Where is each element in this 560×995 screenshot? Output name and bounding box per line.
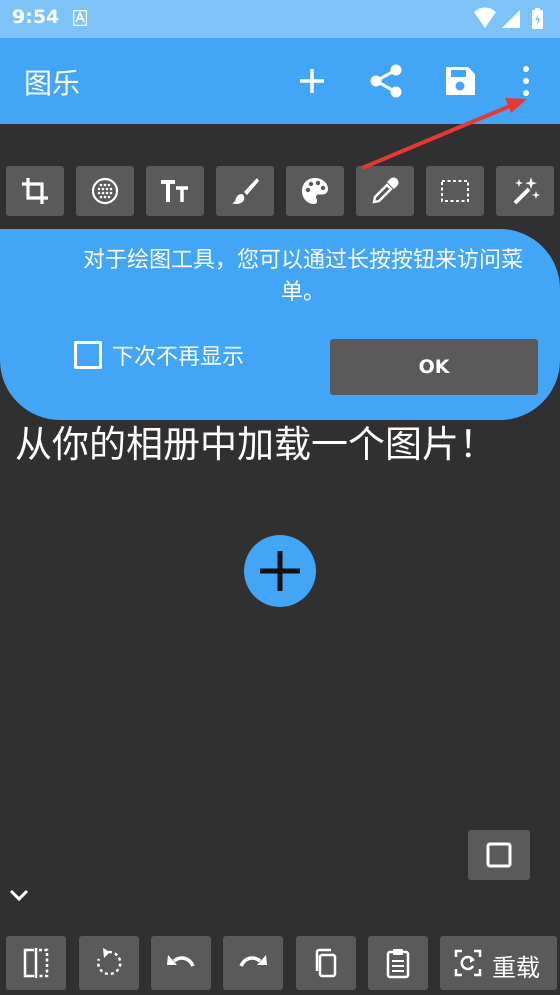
fullscreen-button[interactable] xyxy=(468,830,530,880)
eyedropper-icon xyxy=(372,177,399,204)
notification-a-icon xyxy=(73,10,87,26)
rotate-icon xyxy=(97,948,122,976)
reload-button[interactable]: 重载 xyxy=(440,936,557,990)
color-picker-tool-button[interactable] xyxy=(356,166,414,216)
brush-tool-button[interactable] xyxy=(216,166,274,216)
drawing-toolbar xyxy=(6,166,554,216)
app-title: 图乐 xyxy=(24,67,81,100)
paste-button[interactable] xyxy=(368,936,428,990)
add-image-button[interactable] xyxy=(244,535,316,607)
mosaic-tool-button[interactable] xyxy=(76,166,134,216)
redo-button[interactable] xyxy=(223,936,283,990)
crop-icon xyxy=(22,178,48,204)
status-icons xyxy=(472,6,552,32)
add-button[interactable] xyxy=(290,59,334,103)
flip-icon xyxy=(23,948,49,978)
share-button[interactable] xyxy=(364,59,408,103)
copy-button[interactable] xyxy=(296,936,356,990)
status-bar: 9:54 xyxy=(0,0,560,38)
dashed-rectangle-icon xyxy=(441,180,469,202)
rotate-button[interactable] xyxy=(79,936,139,990)
copy-icon xyxy=(315,948,337,978)
selection-tool-button[interactable] xyxy=(426,166,484,216)
save-button[interactable] xyxy=(438,59,482,103)
redo-icon xyxy=(239,955,267,967)
chevron-down-icon[interactable] xyxy=(6,882,32,908)
dont-show-again-checkbox[interactable] xyxy=(74,341,102,369)
grid-circle-icon xyxy=(91,177,119,205)
tip-message: 对于绘图工具，您可以通过长按按钮来访问菜单。 xyxy=(82,248,523,305)
drawing-tools-tip: 对于绘图工具，您可以通过长按按钮来访问菜单。 下次不再显示 OK xyxy=(0,229,560,420)
scan-reload-icon xyxy=(454,949,482,977)
dont-show-again-label[interactable]: 下次不再显示 xyxy=(112,339,244,371)
plus-icon xyxy=(300,69,324,93)
more-vertical-icon xyxy=(523,66,529,96)
save-icon xyxy=(446,67,475,95)
app-bar: 图乐 xyxy=(0,38,560,124)
square-icon xyxy=(486,842,512,868)
magic-wand-icon xyxy=(513,177,540,205)
clipboard-icon xyxy=(386,949,410,979)
bottom-toolbar: 重载 xyxy=(0,936,560,992)
brush-icon xyxy=(232,178,259,204)
status-time: 9:54 xyxy=(12,6,60,28)
share-icon xyxy=(370,64,402,98)
wifi-icon xyxy=(474,7,496,28)
palette-icon xyxy=(302,178,328,204)
undo-icon xyxy=(167,955,195,967)
battery-icon xyxy=(532,8,543,29)
ok-button[interactable]: OK xyxy=(330,339,538,395)
signal-icon xyxy=(502,10,520,28)
crop-tool-button[interactable] xyxy=(6,166,64,216)
color-tool-button[interactable] xyxy=(286,166,344,216)
load-image-message: 从你的相册中加载一个图片！ xyxy=(15,423,496,466)
magic-tool-button[interactable] xyxy=(496,166,554,216)
undo-button[interactable] xyxy=(151,936,211,990)
reload-label: 重载 xyxy=(492,954,540,982)
more-options-button[interactable] xyxy=(504,59,548,103)
flip-button[interactable] xyxy=(6,936,66,990)
plus-icon xyxy=(260,551,300,591)
text-size-icon xyxy=(161,180,188,202)
text-tool-button[interactable] xyxy=(146,166,204,216)
